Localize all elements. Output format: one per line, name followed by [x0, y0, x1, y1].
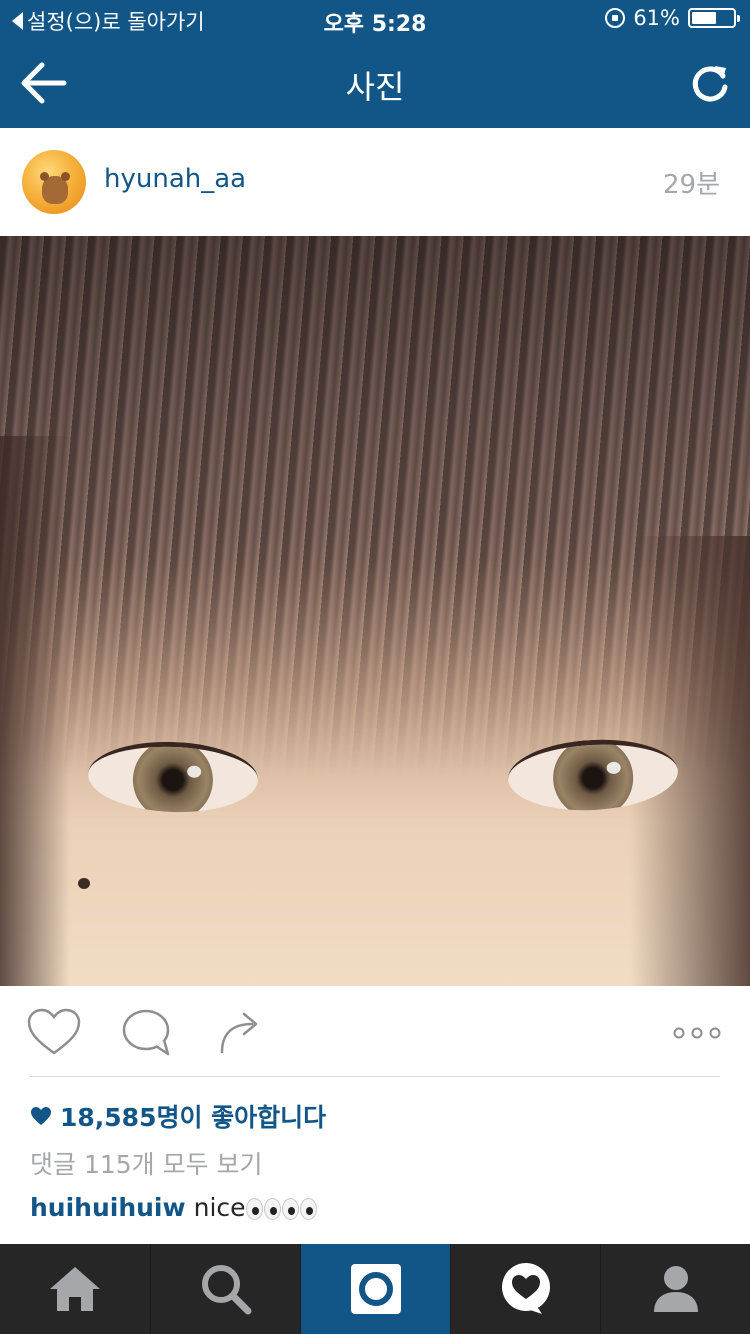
person-icon — [653, 1266, 698, 1312]
photo-mole — [78, 878, 90, 889]
post-time-ago: 29분 — [662, 170, 720, 200]
heart-bubble-icon — [501, 1263, 550, 1314]
heart-icon[interactable] — [26, 1008, 82, 1058]
likes-text: 18,585명이 좋아합니다 — [60, 1103, 327, 1132]
camera-icon — [350, 1264, 401, 1314]
comment-text: nice — [193, 1193, 246, 1222]
comment-username[interactable]: huihuihuiw — [30, 1193, 186, 1222]
battery-percent: 61% — [633, 6, 680, 30]
more-options-icon[interactable] — [672, 1008, 722, 1058]
tab-activity[interactable] — [450, 1244, 600, 1334]
eyes-emoji-icon — [245, 1198, 317, 1220]
home-icon — [50, 1267, 100, 1311]
post-header: hyunah_aa 29분 — [0, 128, 750, 236]
tab-profile[interactable] — [600, 1244, 750, 1334]
top-bar: 설정(으)로 돌아가기 오후 5:28 61% 사진 — [0, 0, 750, 128]
view-all-comments[interactable]: 댓글 115개 모두 보기 — [30, 1145, 263, 1181]
photo-shadow-left — [0, 436, 70, 986]
comment-item: huihuihuiw nice — [30, 1193, 317, 1222]
battery-fill — [692, 12, 716, 24]
post-photo[interactable] — [0, 236, 750, 986]
refresh-icon[interactable] — [690, 62, 730, 104]
status-right: 61% — [605, 6, 740, 30]
tab-home[interactable] — [0, 1244, 150, 1334]
rotation-lock-icon — [605, 8, 626, 28]
post-actions — [0, 986, 750, 1078]
search-icon — [201, 1265, 251, 1315]
comment-icon[interactable] — [120, 1008, 176, 1058]
tab-camera[interactable] — [300, 1244, 450, 1334]
tab-search[interactable] — [150, 1244, 300, 1334]
small-heart-icon — [31, 1107, 51, 1125]
likes-count[interactable]: 18,585명이 좋아합니다 — [30, 1098, 326, 1134]
nav-bar: 사진 — [0, 40, 750, 128]
page-title: 사진 — [345, 68, 405, 106]
status-bar: 설정(으)로 돌아가기 오후 5:28 61% — [0, 0, 750, 40]
tab-bar — [0, 1244, 750, 1334]
avatar[interactable] — [22, 150, 86, 214]
divider — [30, 1076, 720, 1077]
share-icon[interactable] — [214, 1008, 270, 1058]
bear-icon — [40, 172, 70, 204]
battery-icon — [688, 8, 740, 28]
post-username[interactable]: hyunah_aa — [104, 164, 246, 194]
